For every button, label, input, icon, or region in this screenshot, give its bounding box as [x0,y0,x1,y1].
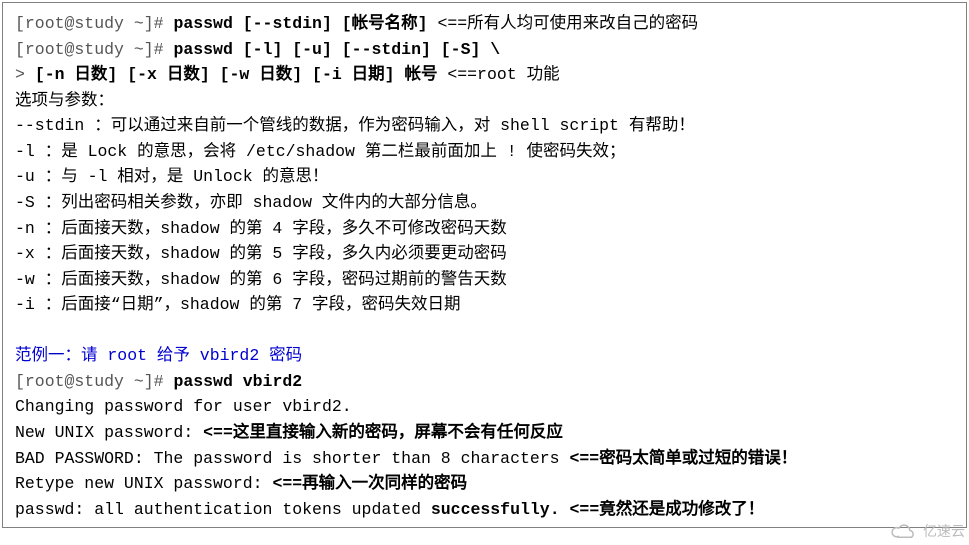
out: New UNIX password: [15,423,203,442]
rem: <==root 功能 [437,65,559,84]
line-5: --stdin ：可以通过来自前一个管线的数据，作为密码输入，对 shell s… [15,113,954,139]
cmd: passwd [--stdin] [帐号名称] [173,14,427,33]
watermark-text: 亿速云 [923,521,965,543]
cmd: [-n 日数] [-x 日数] [-w 日数] [-i 日期] 帐号 [35,65,438,84]
line-17: New UNIX password: <==这里直接输入新的密码，屏幕不会有任何… [15,420,954,446]
out: passwd: all authentication tokens update… [15,500,431,519]
rem: <==所有人均可使用来改自己的密码 [428,14,699,33]
line-3: > [-n 日数] [-x 日数] [-w 日数] [-i 日期] 帐号 <==… [15,62,954,88]
blank [15,318,954,344]
line-9: -n ：后面接天数，shadow 的第 4 字段，多久不可修改密码天数 [15,216,954,242]
cmd: passwd vbird2 [173,372,302,391]
prompt: [root@study ~]# [15,40,173,59]
line-1: [root@study ~]# passwd [--stdin] [帐号名称] … [15,11,954,37]
line-7: -u ：与 -l 相对，是 Unlock 的意思！ [15,164,954,190]
hint: <==再输入一次同样的密码 [272,474,467,493]
example-title: 范例一：请 root 给予 vbird2 密码 [15,343,954,369]
line-10: -x ：后面接天数，shadow 的第 5 字段，多久内必须要更动密码 [15,241,954,267]
line-16: Changing password for user vbird2. [15,394,954,420]
cmd: passwd [-l] [-u] [--stdin] [-S] \ [173,40,500,59]
line-20: passwd: all authentication tokens update… [15,497,954,523]
line-6: -l ：是 Lock 的意思，会将 /etc/shadow 第二栏最前面加上 !… [15,139,954,165]
out: Retype new UNIX password: [15,474,272,493]
prompt: [root@study ~]# [15,372,173,391]
hint: <==密码太简单或过短的错误！ [570,449,798,468]
line-18: BAD PASSWORD: The password is shorter th… [15,446,954,472]
line-11: -w ：后面接天数，shadow 的第 6 字段，密码过期前的警告天数 [15,267,954,293]
line-2: [root@study ~]# passwd [-l] [-u] [--stdi… [15,37,954,63]
success: successfully. [431,500,560,519]
cloud-icon [889,523,919,541]
hint: <==竟然还是成功修改了！ [560,500,765,519]
line-4: 选项与参数： [15,88,954,114]
line-15: [root@study ~]# passwd vbird2 [15,369,954,395]
out: BAD PASSWORD: The password is shorter th… [15,449,570,468]
line-8: -S ：列出密码相关参数，亦即 shadow 文件内的大部分信息。 [15,190,954,216]
hint: <==这里直接输入新的密码，屏幕不会有任何反应 [203,423,563,442]
watermark: 亿速云 [889,521,965,543]
prompt: [root@study ~]# [15,14,173,33]
line-19: Retype new UNIX password: <==再输入一次同样的密码 [15,471,954,497]
cont: > [15,65,35,84]
line-12: -i ：后面接“日期”，shadow 的第 7 字段，密码失效日期 [15,292,954,318]
code-box: [root@study ~]# passwd [--stdin] [帐号名称] … [2,2,967,528]
